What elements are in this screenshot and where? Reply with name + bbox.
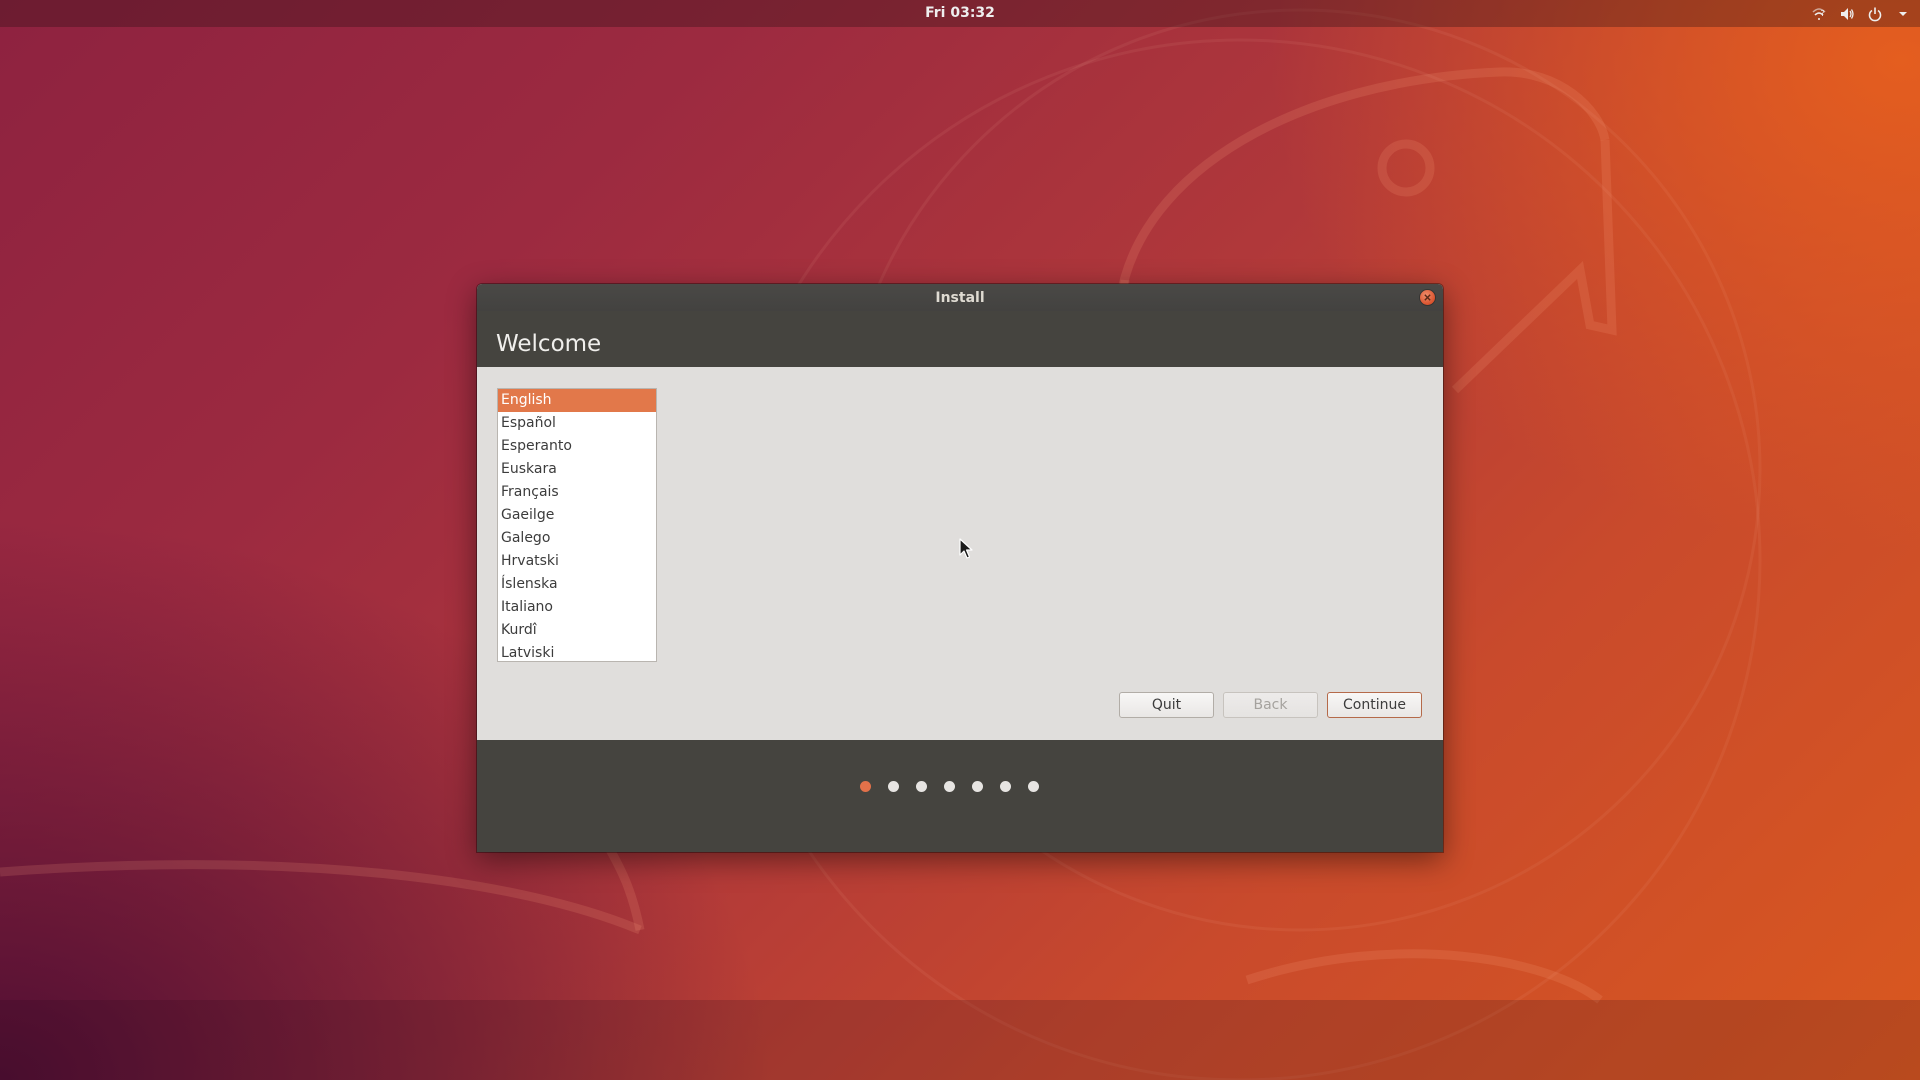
step-dot [971,781,983,792]
language-item-euskara[interactable]: Euskara [498,458,656,481]
step-indicator [477,781,1432,792]
step-dot [999,781,1011,792]
page-title: Welcome [496,331,602,357]
page-header: Welcome [477,311,1443,367]
top-bar: Fri 03:32 ? [0,0,1920,27]
step-dot [915,781,927,792]
close-button[interactable] [1420,290,1435,305]
language-item-english[interactable]: English [498,389,656,412]
language-list[interactable]: English Español Esperanto Euskara França… [497,388,657,662]
language-item-gaeilge[interactable]: Gaeilge [498,504,656,527]
step-dot [859,781,871,792]
power-icon[interactable] [1866,5,1884,23]
network-icon[interactable]: ? [1810,5,1828,23]
language-item-italiano[interactable]: Italiano [498,596,656,619]
progress-footer [477,740,1443,852]
language-item-islenska[interactable]: Íslenska [498,573,656,596]
chevron-down-icon[interactable] [1894,5,1912,23]
language-item-francais[interactable]: Français [498,481,656,504]
svg-text:?: ? [1821,9,1825,18]
clock[interactable]: Fri 03:32 [0,0,1920,27]
install-window: Install Welcome English Español Esperant… [477,284,1443,852]
system-tray: ? [1810,0,1912,27]
button-row: Quit Back Continue [1119,692,1422,718]
desktop: Fri 03:32 ? Install Welcome English Espa… [0,0,1920,1080]
language-item-galego[interactable]: Galego [498,527,656,550]
continue-button[interactable]: Continue [1327,692,1422,718]
step-dot [943,781,955,792]
language-item-espanol[interactable]: Español [498,412,656,435]
window-title: Install [935,290,985,306]
language-item-hrvatski[interactable]: Hrvatski [498,550,656,573]
step-dot [887,781,899,792]
quit-button[interactable]: Quit [1119,692,1214,718]
step-dot [1027,781,1039,792]
back-button[interactable]: Back [1223,692,1318,718]
volume-icon[interactable] [1838,5,1856,23]
mouse-pointer-icon [959,538,973,559]
language-item-latviski[interactable]: Latviski [498,642,656,661]
window-titlebar[interactable]: Install [477,284,1443,311]
language-item-kurdi[interactable]: Kurdî [498,619,656,642]
close-icon [1424,294,1431,301]
language-item-esperanto[interactable]: Esperanto [498,435,656,458]
